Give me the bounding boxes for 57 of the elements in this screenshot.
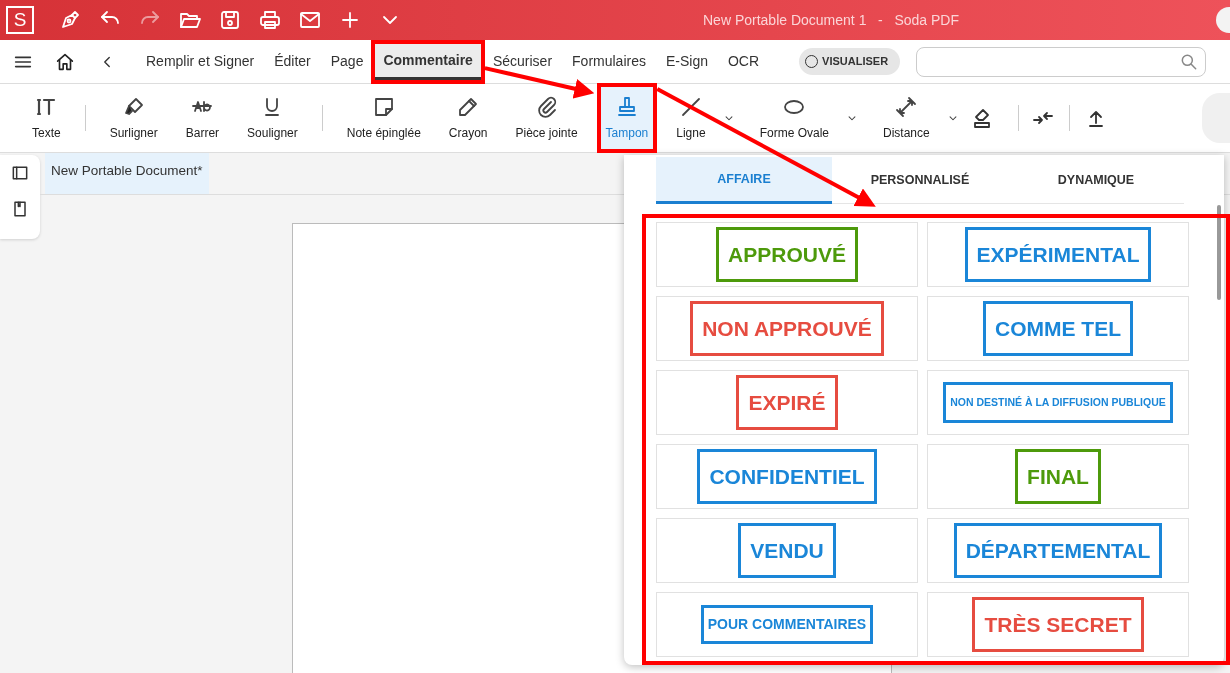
menu-tab[interactable]: Commentaire bbox=[375, 43, 481, 80]
panel-tab[interactable]: AFFAIRE bbox=[656, 157, 832, 204]
stamp-label: VENDU bbox=[738, 522, 836, 579]
stamp-label: NON APPROUVÉ bbox=[690, 300, 884, 357]
tool-button[interactable]: Tampon bbox=[600, 87, 654, 149]
stamp-option[interactable]: POUR COMMENTAIRES bbox=[656, 592, 918, 657]
stamp-label: DÉPARTEMENTAL bbox=[953, 522, 1163, 579]
stamp-option[interactable]: TRÈS SECRET bbox=[927, 592, 1189, 657]
ruler-icon bbox=[894, 94, 919, 119]
menu-tab[interactable]: OCR bbox=[720, 45, 768, 78]
stamp-option[interactable]: CONFIDENTIEL bbox=[656, 444, 918, 509]
panel-tab[interactable]: PERSONNALISÉ bbox=[832, 157, 1008, 204]
print-icon[interactable] bbox=[258, 8, 282, 32]
menu-tab[interactable]: Éditer bbox=[266, 45, 319, 78]
stamp-option[interactable]: EXPIRÉ bbox=[656, 370, 918, 435]
stamp-option[interactable]: NON DESTINÉ À LA DIFFUSION PUBLIQUE bbox=[927, 370, 1189, 435]
menu-tab[interactable]: Page bbox=[322, 45, 372, 78]
menu-tab[interactable]: Remplir et Signer bbox=[138, 45, 263, 78]
menu-tab[interactable]: Sécuriser bbox=[484, 45, 561, 78]
stamp-label: TRÈS SECRET bbox=[972, 596, 1144, 653]
search-field[interactable] bbox=[916, 46, 1207, 77]
save-icon[interactable] bbox=[218, 8, 242, 32]
annotation-frame bbox=[596, 83, 658, 153]
menu-tab[interactable]: E-Sign bbox=[657, 45, 716, 78]
panel-tab[interactable]: DYNAMIQUE bbox=[1008, 157, 1184, 204]
stamp-option[interactable]: NON APPROUVÉ bbox=[656, 296, 918, 361]
tool-button[interactable]: Ligne bbox=[671, 87, 711, 149]
tool-button[interactable]: Pièce jointe bbox=[510, 87, 583, 149]
tool-button[interactable]: Forme Ovale bbox=[754, 87, 834, 149]
stamp-option[interactable]: DÉPARTEMENTAL bbox=[927, 518, 1189, 583]
stamp-option[interactable]: VENDU bbox=[656, 518, 918, 583]
tool-button[interactable]: Crayon bbox=[443, 87, 493, 149]
tool-button[interactable]: Surligner bbox=[104, 87, 163, 149]
stamp-label: POUR COMMENTAIRES bbox=[700, 605, 874, 644]
stamp-label: APPROUVÉ bbox=[716, 226, 858, 283]
tool-button[interactable]: Texte bbox=[27, 87, 66, 149]
scrollbar[interactable] bbox=[1217, 205, 1221, 300]
window-title: New Portable Document 1 - Soda PDF bbox=[703, 10, 959, 30]
document-tab[interactable]: New Portable Document* bbox=[45, 153, 209, 194]
stamp-label: NON DESTINÉ À LA DIFFUSION PUBLIQUE bbox=[943, 381, 1173, 424]
stamp-label: EXPIRÉ bbox=[736, 374, 838, 431]
tool-button[interactable]: Souligner bbox=[242, 87, 303, 149]
stamp-label: COMME TEL bbox=[983, 300, 1133, 357]
stamp-label: FINAL bbox=[1015, 448, 1101, 505]
stamp-option[interactable]: COMME TEL bbox=[927, 296, 1189, 361]
stamp-option[interactable]: APPROUVÉ bbox=[656, 222, 918, 287]
stamp-option[interactable]: FINAL bbox=[927, 444, 1189, 509]
sidebar-icon[interactable] bbox=[10, 163, 30, 183]
tool-button[interactable]: Note épinglée bbox=[341, 87, 426, 149]
stamp-label: CONFIDENTIEL bbox=[697, 448, 877, 505]
stamp-label: EXPÉRIMENTAL bbox=[964, 226, 1152, 283]
tool-button[interactable]: Distance bbox=[878, 87, 935, 149]
stamp-option[interactable]: EXPÉRIMENTAL bbox=[927, 222, 1189, 287]
app-logo[interactable]: S bbox=[6, 6, 34, 34]
view-toggle[interactable]: VISUALISER bbox=[799, 48, 901, 75]
tool-button[interactable]: Barrer bbox=[180, 87, 225, 149]
menu-tab[interactable]: Formulaires bbox=[564, 45, 654, 78]
